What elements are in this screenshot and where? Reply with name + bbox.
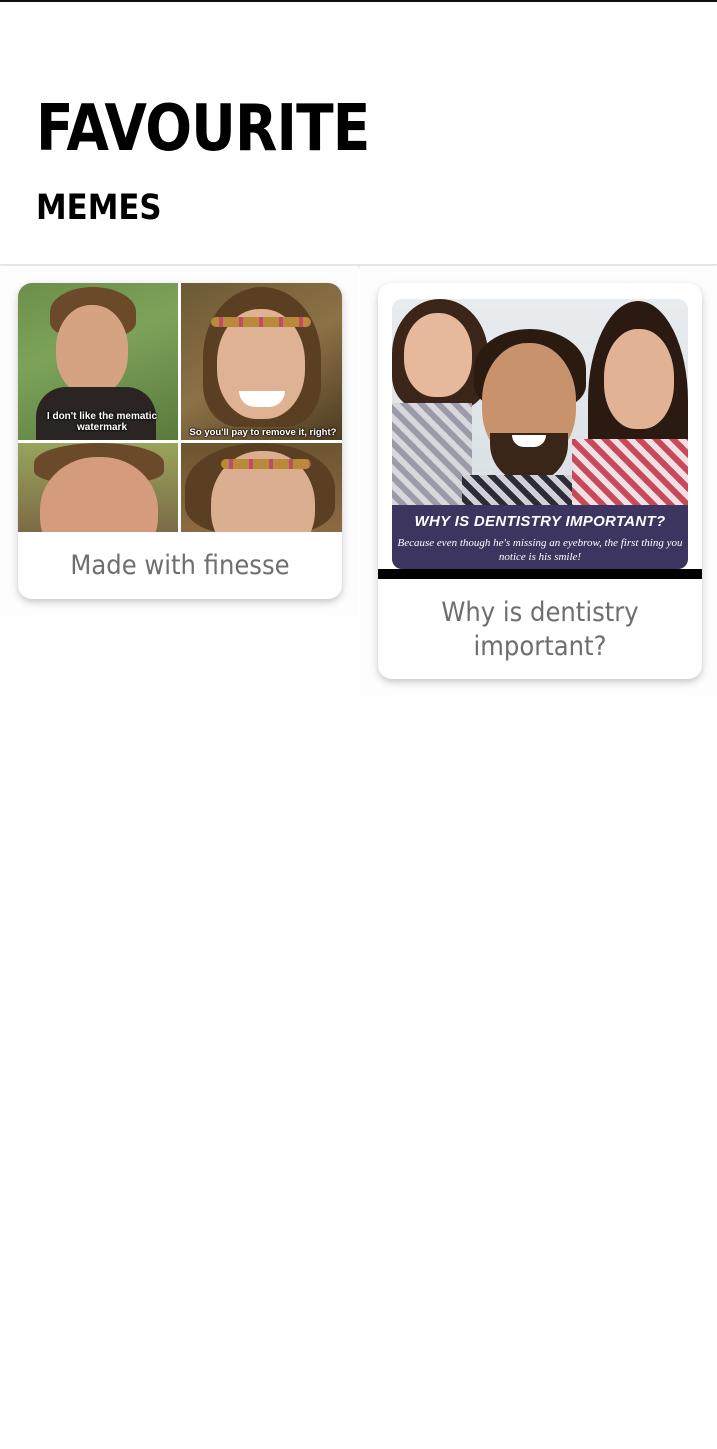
meme-caption: Why is dentistry important? <box>441 597 639 662</box>
meme-card[interactable]: I don't like the mematic watermark So yo… <box>18 283 342 599</box>
meme-image: WHY IS DENTISTRY IMPORTANT? Because even… <box>378 283 702 579</box>
meme-panel: So you'll pay to remove it, right? <box>181 283 342 440</box>
meme-banner: WHY IS DENTISTRY IMPORTANT? Because even… <box>392 505 688 569</box>
page-header: FAVOURITE MEMES <box>0 2 717 265</box>
meme-text-right: So you'll pay to remove it, right? <box>189 427 337 438</box>
meme-text-left: I don't like the mematic watermark <box>46 411 158 433</box>
page-title: FAVOURITE <box>36 92 370 166</box>
image-bottom-bar <box>378 569 702 579</box>
meme-headline: WHY IS DENTISTRY IMPORTANT? <box>414 513 666 530</box>
meme-panel: I don't like the mematic watermark <box>18 283 178 440</box>
meme-panel <box>18 443 178 532</box>
meme-card[interactable]: WHY IS DENTISTRY IMPORTANT? Because even… <box>378 283 702 679</box>
page-subtitle: MEMES <box>36 188 162 228</box>
meme-image: I don't like the mematic watermark So yo… <box>18 283 342 532</box>
meme-panel <box>181 443 342 532</box>
meme-caption: Made with finesse <box>70 550 290 581</box>
meme-subline: Because even though he's missing an eyeb… <box>397 537 683 563</box>
